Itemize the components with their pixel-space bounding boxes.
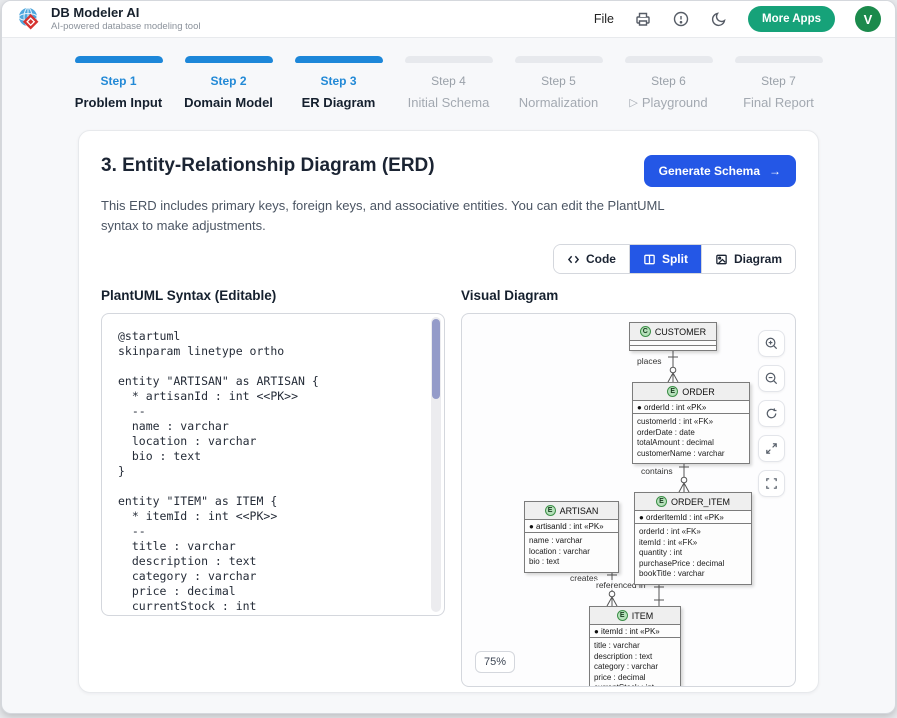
step-progress-bar: [185, 56, 273, 63]
step-progress-bar: [625, 56, 713, 63]
view-code-button[interactable]: Code: [554, 245, 629, 273]
step-label: Step 4: [431, 74, 466, 88]
step-6[interactable]: Step 6 ▷Playground: [614, 56, 724, 110]
entity-name: ITEM: [632, 611, 654, 621]
step-name: ER Diagram: [302, 95, 376, 110]
diagram-title: Visual Diagram: [461, 288, 796, 303]
entity-fields: customerId : int «FK»orderDate : datetot…: [633, 413, 749, 463]
diagram-icon: [715, 253, 728, 266]
entity-name: ARTISAN: [560, 506, 599, 516]
step-1[interactable]: Step 1 Problem Input: [64, 56, 174, 110]
app-window: DB Modeler AI AI-powered database modeli…: [1, 0, 896, 714]
app-header: DB Modeler AI AI-powered database modeli…: [2, 1, 895, 38]
reset-view-button[interactable]: [758, 400, 785, 427]
erd-card: 3. Entity-Relationship Diagram (ERD) Gen…: [78, 130, 819, 693]
entity-fields: name : varcharlocation : varcharbio : te…: [525, 532, 618, 572]
editor-title: PlantUML Syntax (Editable): [101, 288, 445, 303]
entity-name: ORDER_ITEM: [671, 497, 730, 507]
step-name: Initial Schema: [408, 95, 490, 110]
erd-entity-order[interactable]: E ORDER ● orderId : int «PK»customerId : i…: [632, 382, 750, 464]
step-progress-bar: [295, 56, 383, 63]
relationship-label: places: [636, 356, 663, 366]
step-2[interactable]: Step 2 Domain Model: [174, 56, 284, 110]
step-4[interactable]: Step 4 Initial Schema: [394, 56, 504, 110]
view-diagram-button[interactable]: Diagram: [701, 245, 795, 273]
relationship-label: contains: [640, 466, 674, 476]
app-logo: [16, 6, 42, 32]
fit-to-screen-button[interactable]: [758, 470, 785, 497]
step-progress-bar: [75, 56, 163, 63]
entity-type-icon: C: [640, 326, 651, 337]
step-name: Final Report: [743, 95, 814, 110]
entity-pk-row: ● artisanId : int «PK»: [525, 519, 618, 532]
step-progress-bar: [405, 56, 493, 63]
zoom-out-button[interactable]: [758, 365, 785, 392]
step-label: Step 5: [541, 74, 576, 88]
step-progress-bar: [735, 56, 823, 63]
zoom-level-badge: 75%: [475, 651, 515, 673]
view-toggle: Code Split Diagram: [553, 244, 796, 274]
print-icon[interactable]: [634, 10, 652, 28]
diagram-controls: [758, 330, 785, 497]
info-icon[interactable]: [672, 10, 690, 28]
entity-pk-row: ● orderId : int «PK»: [633, 400, 749, 413]
file-menu[interactable]: File: [594, 12, 614, 26]
app-subtitle: AI-powered database modeling tool: [51, 21, 200, 32]
erd-canvas[interactable]: placescontainscreatesreferenced inCCUSTO…: [462, 314, 795, 686]
view-split-button[interactable]: Split: [629, 245, 701, 273]
editor-scrollbar-thumb[interactable]: [432, 319, 440, 399]
user-avatar[interactable]: V: [855, 6, 881, 32]
arrow-right-icon: →: [769, 164, 781, 178]
step-progress-bar: [515, 56, 603, 63]
step-name: ▷Playground: [629, 95, 707, 110]
entity-fields: orderId : int «FK»itemId : int «FK»quant…: [635, 523, 751, 584]
entity-pk-row: ● orderItemId : int «PK»: [635, 510, 751, 523]
step-label: Step 2: [210, 74, 246, 88]
stepper: Step 1Problem InputStep 2Domain ModelSte…: [2, 38, 895, 124]
split-icon: [643, 253, 656, 266]
step-name: Normalization: [519, 95, 598, 110]
step-label: Step 1: [100, 74, 136, 88]
app-title: DB Modeler AI: [51, 6, 200, 20]
code-icon: [567, 253, 580, 266]
more-apps-button[interactable]: More Apps: [748, 6, 835, 32]
erd-entity-artisan[interactable]: E ARTISAN ● artisanId : int «PK»name : var…: [524, 501, 619, 573]
erd-entity-customer[interactable]: C CUSTOMER: [629, 322, 717, 351]
erd-entity-order_item[interactable]: E ORDER_ITEM ● orderItemId : int «PK»order…: [634, 492, 752, 585]
entity-type-icon: E: [656, 496, 667, 507]
step-label: Step 6: [651, 74, 686, 88]
page-description: This ERD includes primary keys, foreign …: [101, 196, 676, 236]
play-icon: ▷: [629, 96, 637, 109]
step-7[interactable]: Step 7 Final Report: [724, 56, 834, 110]
step-label: Step 3: [320, 74, 356, 88]
step-3[interactable]: Step 3 ER Diagram: [284, 56, 394, 110]
entity-name: CUSTOMER: [655, 327, 706, 337]
step-name: Problem Input: [75, 95, 162, 110]
fullscreen-expand-button[interactable]: [758, 435, 785, 462]
step-label: Step 7: [761, 74, 796, 88]
zoom-in-button[interactable]: [758, 330, 785, 357]
entity-type-icon: E: [667, 386, 678, 397]
entity-type-icon: E: [545, 505, 556, 516]
step-5[interactable]: Step 5 Normalization: [504, 56, 614, 110]
plantuml-code[interactable]: @startuml skinparam linetype ortho entit…: [102, 314, 444, 616]
diagram-panel: placescontainscreatesreferenced inCCUSTO…: [461, 313, 796, 687]
plantuml-editor: @startuml skinparam linetype ortho entit…: [101, 313, 445, 616]
page-title: 3. Entity-Relationship Diagram (ERD): [101, 155, 435, 177]
step-name: Domain Model: [184, 95, 273, 110]
generate-schema-button[interactable]: Generate Schema →: [644, 155, 796, 187]
entity-pk-row: ● itemId : int «PK»: [590, 624, 680, 637]
entity-name: ORDER: [682, 387, 715, 397]
entity-fields: title : varchardescription : textcategor…: [590, 637, 680, 687]
editor-scrollbar: [431, 317, 441, 612]
erd-entity-item[interactable]: E ITEM ● itemId : int «PK»title : varchard…: [589, 606, 681, 687]
dark-mode-moon-icon[interactable]: [710, 10, 728, 28]
entity-type-icon: E: [617, 610, 628, 621]
